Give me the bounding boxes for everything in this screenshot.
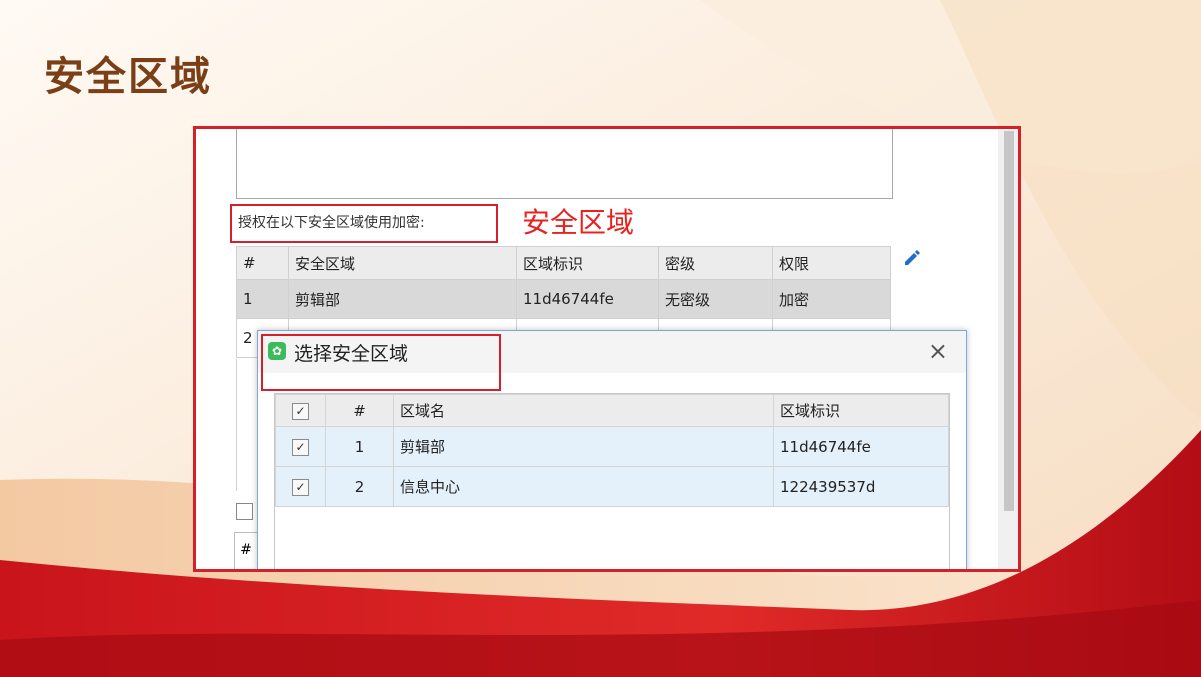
table-cell: 11d46744fe <box>773 426 949 467</box>
row-checkbox[interactable]: ✓ <box>292 439 309 456</box>
table-header-row: # 安全区域 区域标识 密级 权限 <box>236 246 891 280</box>
column-header[interactable]: 权限 <box>772 246 891 280</box>
row-check-cell[interactable]: ✓ <box>275 426 326 467</box>
table-cell: 122439537d <box>773 466 949 507</box>
dialog-body: ✓ # 区域名 区域标识 ✓ 1 剪辑部 11d46744fe ✓ 2 信息中心… <box>274 393 950 569</box>
annotation-label: 安全区域 <box>522 206 635 239</box>
pencil-icon[interactable] <box>902 247 922 267</box>
table-cell: 无密级 <box>658 279 773 319</box>
checkbox[interactable] <box>236 503 253 520</box>
column-header[interactable]: 区域标识 <box>516 246 659 280</box>
select-all-cell[interactable]: ✓ <box>275 394 326 427</box>
column-header: # <box>234 532 258 569</box>
row-checkbox[interactable]: ✓ <box>292 479 309 496</box>
table-cell: 1 <box>236 279 289 319</box>
column-header[interactable]: # <box>236 246 289 280</box>
table-cell: 剪辑部 <box>393 426 774 467</box>
select-zone-dialog: ✿ 选择安全区域 × ✓ # 区域名 区域标识 ✓ 1 剪辑部 11d46744… <box>257 330 967 569</box>
table-cell: 1 <box>325 426 394 467</box>
auth-zone-label: 授权在以下安全区域使用加密: <box>230 204 498 243</box>
column-header[interactable]: 区域名 <box>393 394 774 427</box>
column-header[interactable]: 安全区域 <box>288 246 517 280</box>
table-cell: 信息中心 <box>393 466 774 507</box>
table-row[interactable]: ✓ 2 信息中心 122439537d <box>275 466 949 507</box>
table-cell: 加密 <box>772 279 891 319</box>
scrollbar[interactable] <box>998 129 1018 569</box>
slide-title: 安全区域 <box>44 54 212 100</box>
table-cell: 剪辑部 <box>288 279 517 319</box>
close-icon[interactable]: × <box>928 339 948 363</box>
table-row[interactable]: ✓ 1 剪辑部 11d46744fe <box>275 426 949 467</box>
row-check-cell[interactable]: ✓ <box>275 466 326 507</box>
column-header[interactable]: 区域标识 <box>773 394 949 427</box>
column-header[interactable]: 密级 <box>658 246 773 280</box>
table-header-row: ✓ # 区域名 区域标识 <box>275 394 949 427</box>
zone-list-table: ✓ # 区域名 区域标识 ✓ 1 剪辑部 11d46744fe ✓ 2 信息中心… <box>275 394 949 507</box>
grid-line <box>236 359 237 491</box>
select-all-checkbox[interactable]: ✓ <box>292 403 309 420</box>
screenshot-frame: 授权在以下安全区域使用加密: 安全区域 # 安全区域 区域标识 密级 权限 1 … <box>193 126 1021 572</box>
text-area[interactable] <box>236 129 893 199</box>
table-row[interactable]: 1 剪辑部 11d46744fe 无密级 加密 <box>236 279 891 319</box>
table-cell: 2 <box>325 466 394 507</box>
table-cell: 11d46744fe <box>516 279 659 319</box>
scrollbar-thumb[interactable] <box>1004 131 1014 511</box>
column-header[interactable]: # <box>325 394 394 427</box>
highlight-box <box>261 334 501 391</box>
